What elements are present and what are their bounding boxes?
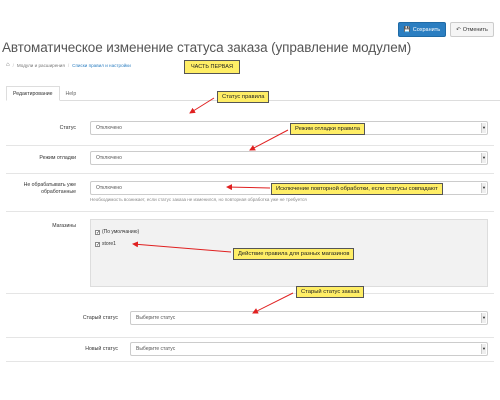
callout-old-status: Старый статус заказа — [296, 286, 365, 298]
arrow-rule-status — [189, 97, 215, 114]
annotation-arrows — [132, 97, 294, 314]
tab-edit[interactable]: Редактирование — [6, 86, 60, 101]
callout-rule-status: Статус правила — [217, 91, 270, 103]
callout-debug-mode: Режим отладки правила — [290, 123, 365, 135]
arrow-multi-store — [132, 241, 232, 253]
callout-repeat-processing: Исключение повторной обработки, если ста… — [271, 183, 443, 195]
callout-multi-store: Действие правила для разных магазинов — [233, 248, 355, 260]
arrow-repeat — [226, 184, 271, 191]
part-one-banner: ЧАСТЬ ПЕРВАЯ — [184, 60, 240, 74]
arrow-debug-mode — [249, 129, 289, 151]
arrow-old-status — [252, 292, 294, 314]
